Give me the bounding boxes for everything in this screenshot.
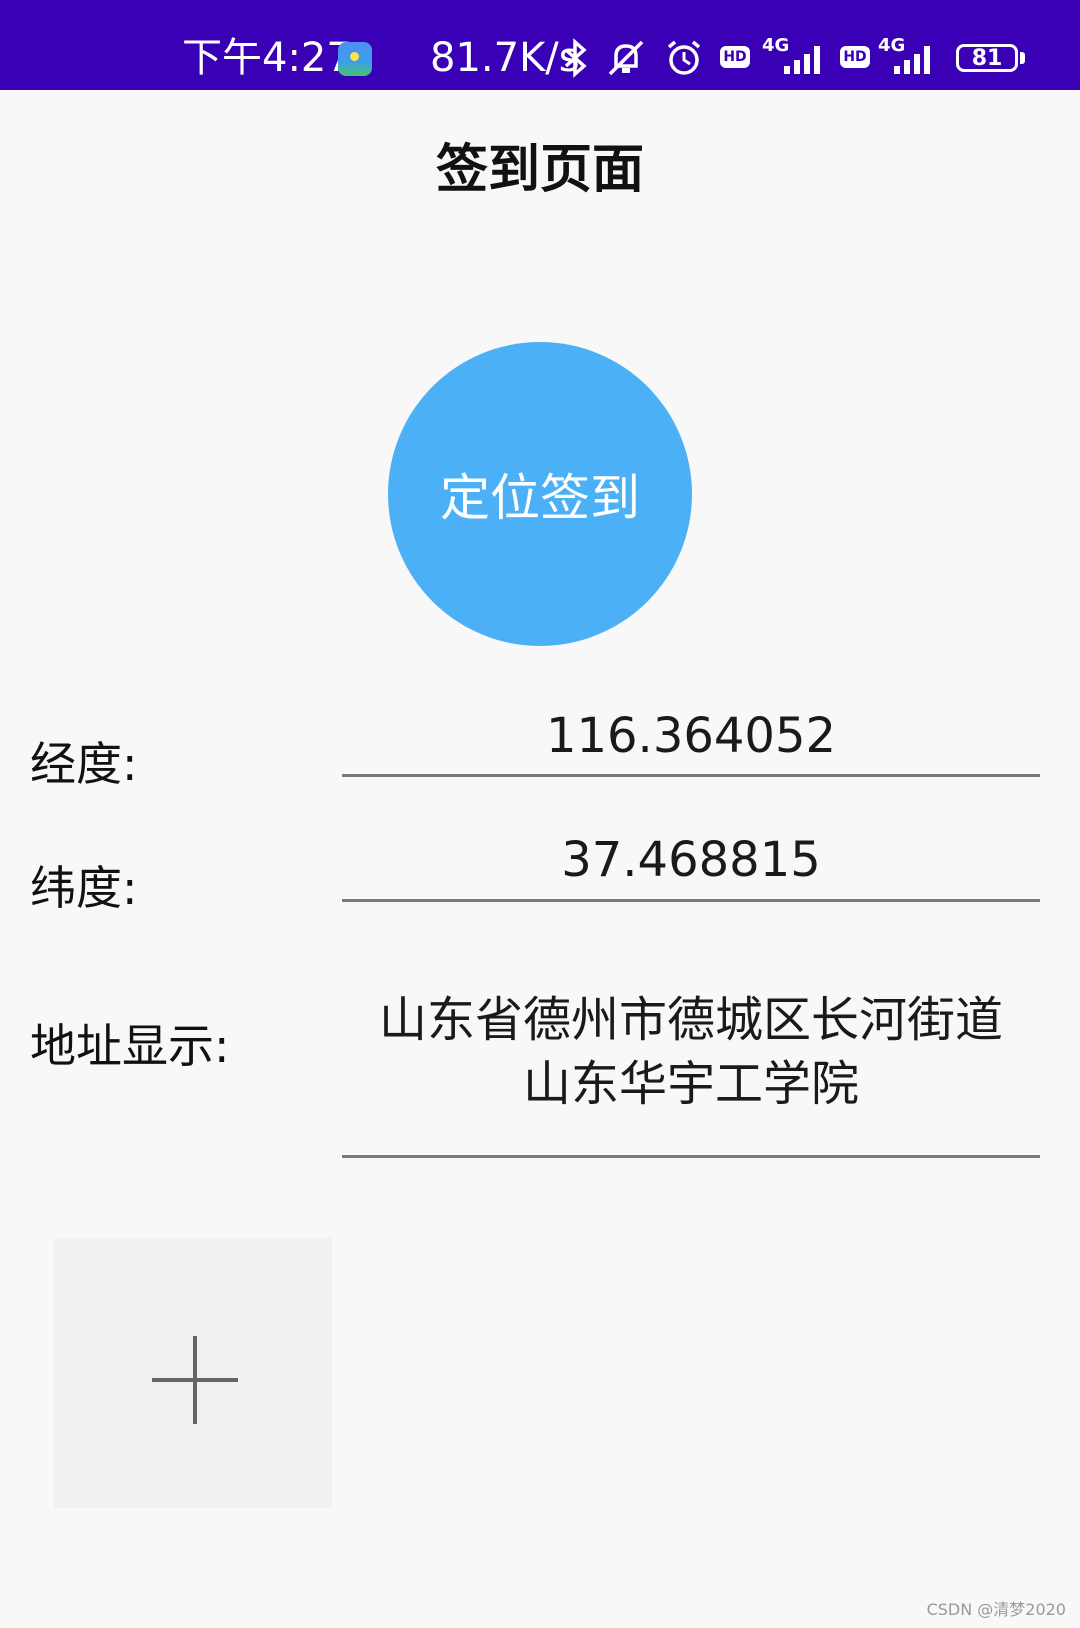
address-field[interactable]: 山东省德州市德城区长河街道 山东华宇工学院 <box>342 988 1040 1116</box>
battery-icon: 81 <box>956 44 1018 72</box>
latitude-field[interactable]: 37.468815 <box>342 830 1040 890</box>
latitude-label: 纬度: <box>30 861 138 915</box>
battery-tip <box>1020 52 1025 64</box>
add-photo-button[interactable] <box>54 1238 332 1508</box>
address-line-1: 山东省德州市德城区长河街道 <box>378 992 1003 1048</box>
battery-level: 81 <box>971 46 1003 71</box>
status-bar: 下午4:27 81.7K/s HD 4G HD 4G 81 <box>0 0 1080 90</box>
address-line-2: 山东华宇工学院 <box>522 1056 859 1112</box>
status-time: 下午4:27 <box>182 35 352 81</box>
address-underline <box>342 1155 1040 1158</box>
network-speed: 81.7K/s <box>430 35 580 81</box>
latitude-underline <box>342 899 1040 902</box>
longitude-field[interactable]: 116.364052 <box>342 706 1040 766</box>
alarm-icon <box>667 40 701 75</box>
bluetooth-icon <box>564 38 587 78</box>
mute-bell-icon <box>608 40 644 76</box>
page-title: 签到页面 <box>435 140 644 200</box>
location-checkin-button[interactable]: 定位签到 <box>388 342 692 646</box>
plus-icon-vertical <box>193 1336 197 1424</box>
app-notification-icon <box>338 42 372 76</box>
longitude-underline <box>342 774 1040 777</box>
watermark: CSDN @清梦2020 <box>926 1600 1066 1619</box>
hd-badge-1: HD <box>720 46 750 68</box>
signal-icon-2 <box>894 46 930 74</box>
longitude-label: 经度: <box>30 737 138 791</box>
address-label: 地址显示: <box>30 1019 230 1073</box>
hd-badge-2: HD <box>840 46 870 68</box>
signal-icon-1 <box>784 46 820 74</box>
